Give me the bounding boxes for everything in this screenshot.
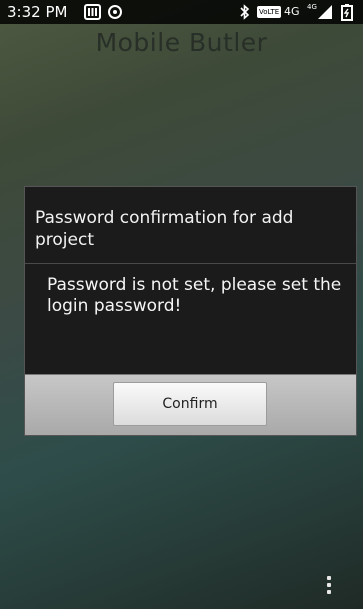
- app-title: Mobile Butler: [95, 28, 268, 57]
- confirm-button[interactable]: Confirm: [113, 382, 267, 426]
- password-dialog: Password confirmation for add project Pa…: [24, 186, 357, 436]
- bluetooth-icon: [240, 4, 250, 20]
- dialog-divider: [25, 263, 356, 264]
- dialog-message: Password is not set, please set the logi…: [47, 275, 342, 316]
- notification-icon: [84, 4, 101, 20]
- dialog-title: Password confirmation for add project: [35, 208, 294, 250]
- signal-icon: [318, 5, 332, 19]
- status-time: 3:32 PM: [7, 3, 68, 21]
- volte-badge: VoLTE: [257, 6, 282, 18]
- network-type-small: 4G: [307, 3, 317, 11]
- network-type: 4G: [284, 5, 300, 18]
- status-bar: 3:32 PM VoLTE 4G 4G: [0, 0, 363, 24]
- battery-icon: [341, 4, 353, 21]
- overflow-menu-icon[interactable]: [327, 576, 331, 594]
- dialog-footer: Confirm: [25, 374, 356, 435]
- sync-icon: [108, 5, 122, 19]
